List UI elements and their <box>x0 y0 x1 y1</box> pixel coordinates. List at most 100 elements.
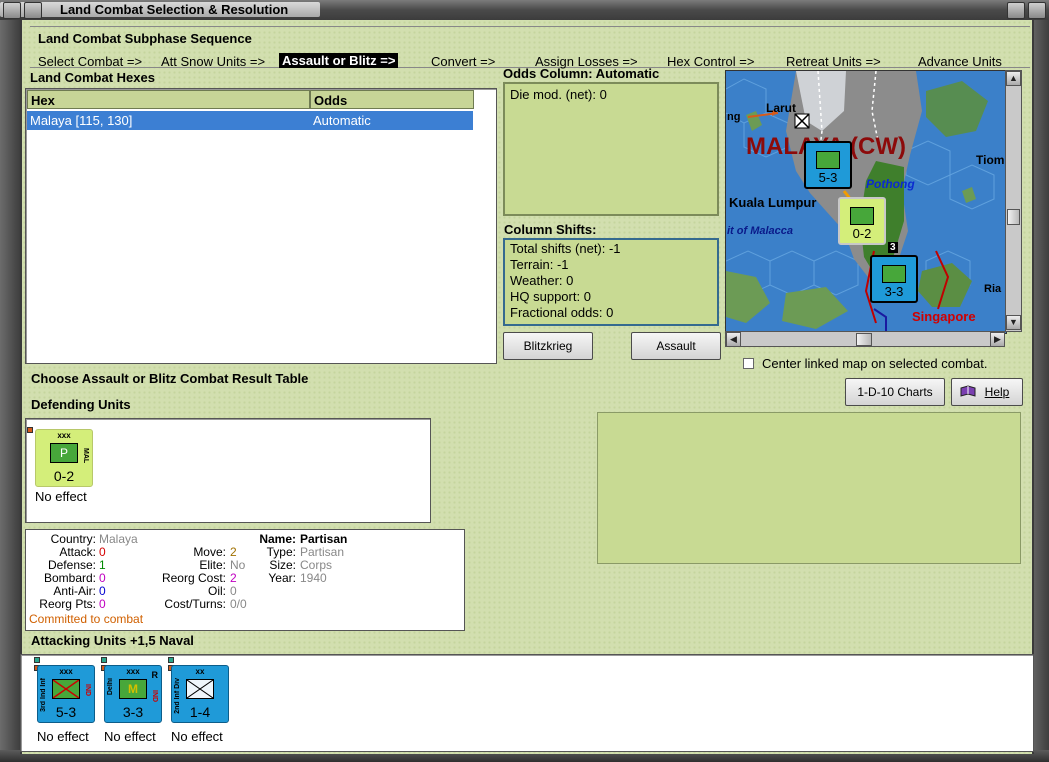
bombard-value: 0 <box>99 571 106 585</box>
step-assault-or-blitz[interactable]: Assault or Blitz => <box>279 53 399 68</box>
table-row[interactable]: Malaya [115, 130] Automatic <box>27 111 473 130</box>
step-convert[interactable]: Convert => <box>431 54 495 69</box>
reorg-cost-label: Reorg Cost: <box>161 571 226 585</box>
help-book-icon <box>960 385 976 397</box>
vertical-scroll-thumb[interactable] <box>1007 209 1020 225</box>
subphase-sequence: Land Combat Subphase Sequence Select Com… <box>30 26 1030 69</box>
map-label-ria: Ria <box>984 283 1002 295</box>
oil-label: Oil: <box>208 584 226 598</box>
cross-icon <box>52 679 80 699</box>
attack-value: 0 <box>99 545 106 559</box>
antiair-value: 0 <box>99 584 106 598</box>
unit-result: No effect <box>37 729 89 744</box>
cost-turns-label: Cost/Turns: <box>164 597 226 611</box>
system-menu-button[interactable] <box>3 2 21 19</box>
reorg-pts-label: Reorg Pts: <box>39 597 96 611</box>
attacking-unit-counter-3[interactable]: xx 2nd Inf Div 1-4 <box>171 665 229 723</box>
unit-nationality: MAL <box>82 448 89 464</box>
unit-nationality: IND <box>84 684 91 697</box>
country-label: Country: <box>50 532 96 546</box>
move-label: Move: <box>193 545 226 559</box>
unit-designation: Delhi <box>107 678 114 696</box>
choose-table-label: Choose Assault or Blitz Combat Result Ta… <box>31 371 309 386</box>
map-label-strait-of-malacca: it of Malacca <box>727 225 794 237</box>
defending-unit-counter[interactable]: xxx P MAL 0-2 <box>35 429 93 487</box>
map-counter-0-2[interactable]: 0-2 <box>838 197 886 245</box>
shift-terrain: Terrain: -1 <box>510 257 569 272</box>
stack-count-badge: 3 <box>888 242 898 253</box>
center-linked-map-checkbox[interactable] <box>743 358 754 369</box>
map-label-singapore: Singapore <box>912 309 976 324</box>
assault-button[interactable]: Assault <box>631 332 721 360</box>
size-value: Corps <box>300 558 333 572</box>
defense-label: Defense: <box>47 558 96 572</box>
charts-button[interactable]: 1-D-10 Charts <box>845 378 945 406</box>
map-counter-strength: 3-3 <box>884 284 904 299</box>
unit-size: xxx <box>59 667 73 676</box>
odds-column-header[interactable]: Odds <box>310 90 474 109</box>
attacking-unit-counter-1[interactable]: xxx 3rd Ind Inf IND 5-3 <box>37 665 95 723</box>
close-button[interactable] <box>1028 2 1046 19</box>
mechanized-symbol: M <box>119 679 147 699</box>
odds-panel: Die mod. (net): 0 <box>503 82 719 216</box>
die-mod-text: Die mod. (net): 0 <box>510 87 607 102</box>
shift-total: Total shifts (net): -1 <box>510 241 621 256</box>
shift-weather: Weather: 0 <box>510 273 574 288</box>
blitzkrieg-button[interactable]: Blitzkrieg <box>503 332 593 360</box>
unit-info-panel: Country: Malaya Attack: 0 Defense: 1 Bom… <box>25 529 465 631</box>
map-counter-strength: 0-2 <box>852 226 872 241</box>
mechanized-symbol <box>882 265 906 283</box>
unit-strength: 5-3 <box>55 704 77 720</box>
defending-units-title: Defending Units <box>31 397 131 412</box>
combat-hexes-list[interactable]: Hex Odds Malaya [115, 130] Automatic <box>25 88 497 364</box>
map-label-pothong: Pothong <box>866 177 915 191</box>
step-hex-control[interactable]: Hex Control => <box>667 54 754 69</box>
horizontal-scroll-thumb[interactable] <box>856 333 872 346</box>
map-counter-strength: 5-3 <box>818 170 838 185</box>
help-button[interactable]: Help <box>951 378 1023 406</box>
maximize-button[interactable] <box>1007 2 1025 19</box>
unit-result: No effect <box>171 729 223 744</box>
scroll-up-icon[interactable]: ▲ <box>1006 71 1021 86</box>
column-shifts-title: Column Shifts: <box>504 222 597 237</box>
partisan-symbol: P <box>50 443 78 463</box>
reserve-mark: R <box>151 670 159 680</box>
step-retreat-units[interactable]: Retreat Units => <box>786 54 881 69</box>
odds-column-title: Odds Column: Automatic <box>503 66 660 81</box>
name-label: Name: <box>259 532 296 546</box>
bombard-label: Bombard: <box>43 571 96 585</box>
minimize-button[interactable] <box>24 2 42 19</box>
elite-label: Elite: <box>199 558 226 572</box>
hex-column-header[interactable]: Hex <box>27 90 310 109</box>
scroll-right-icon[interactable]: ▶ <box>990 332 1005 347</box>
hex-cell: Malaya [115, 130] <box>30 113 133 128</box>
scroll-left-icon[interactable]: ◀ <box>726 332 741 347</box>
year-label: Year: <box>268 571 296 585</box>
attacking-units-title: Attacking Units +1,5 Naval <box>31 633 194 648</box>
map-label-tiom: Tiom <box>976 153 1005 167</box>
size-label: Size: <box>269 558 296 572</box>
map-counter-5-3[interactable]: 5-3 <box>804 141 852 189</box>
shift-fractional-odds: Fractional odds: 0 <box>510 305 614 320</box>
combat-dialog: Land Combat Subphase Sequence Select Com… <box>20 20 1034 754</box>
map-horizontal-scrollbar[interactable]: ◀ ▶ <box>725 331 1005 347</box>
country-value: Malaya <box>99 532 138 546</box>
step-select-combat[interactable]: Select Combat => <box>38 54 142 69</box>
help-label: Help <box>984 385 1010 399</box>
shift-hq-support: HQ support: 0 <box>510 289 591 304</box>
odds-cell: Automatic <box>313 113 371 128</box>
step-advance-units[interactable]: Advance Units <box>918 54 1002 69</box>
reorg-pts-value: 0 <box>99 597 106 611</box>
map-vertical-scrollbar[interactable]: ▲ ▼ <box>1005 70 1022 332</box>
linked-map[interactable]: Larut ng MALAYA (CW) Tiom Pothong Kuala … <box>725 70 1007 334</box>
map-counter-3-3[interactable]: 3-3 <box>870 255 918 303</box>
name-value: Partisan <box>300 532 348 546</box>
map-label-ng: ng <box>727 111 741 123</box>
scroll-down-icon[interactable]: ▼ <box>1006 315 1021 330</box>
unit-status-icon <box>34 657 40 663</box>
unit-size: xx <box>195 667 205 676</box>
attacking-units-panel: xxx 3rd Ind Inf IND 5-3 No effect xxx R … <box>20 654 1034 752</box>
infantry-symbol <box>816 151 840 169</box>
attacking-unit-counter-2[interactable]: xxx R M Delhi IND 3-3 <box>104 665 162 723</box>
step-att-snow-units[interactable]: Att Snow Units => <box>161 54 265 69</box>
